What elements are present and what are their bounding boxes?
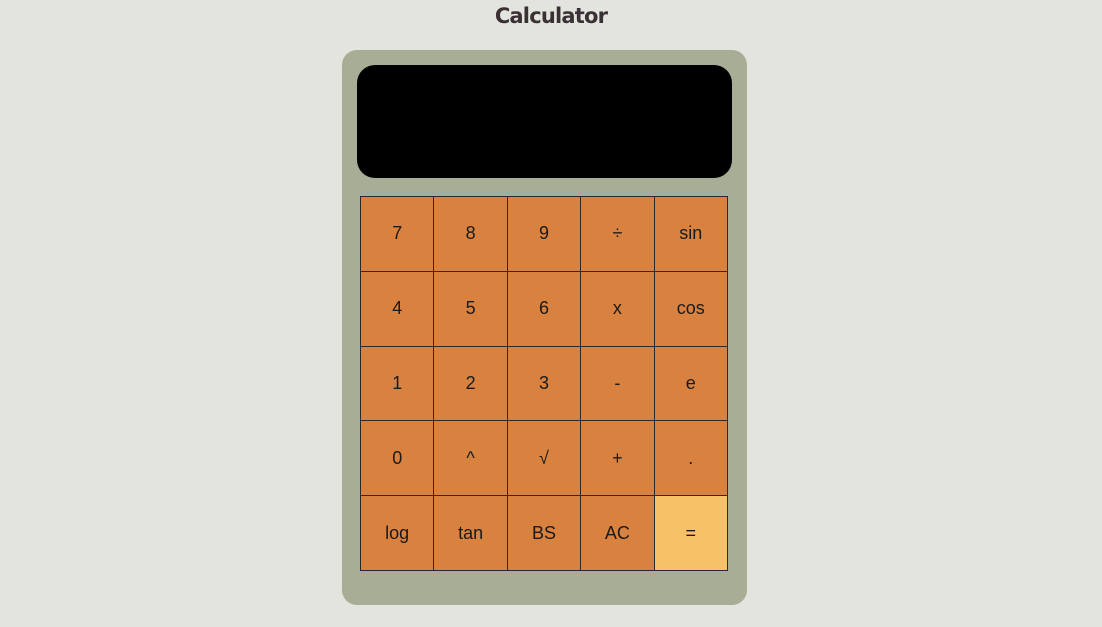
- page-title: Calculator: [494, 4, 608, 28]
- multiply-button[interactable]: x: [581, 271, 655, 347]
- equals-button[interactable]: =: [654, 496, 728, 571]
- key-4[interactable]: 4: [361, 271, 435, 347]
- subtract-button[interactable]: -: [581, 346, 655, 422]
- key-0[interactable]: 0: [361, 421, 435, 497]
- e-button[interactable]: e: [654, 346, 728, 422]
- key-6[interactable]: 6: [507, 271, 582, 347]
- key-5[interactable]: 5: [434, 271, 508, 347]
- keypad: 7 8 9 ÷ sin 4 5 6 x cos 1 2 3 - e 0 ^ √ …: [360, 196, 728, 571]
- all-clear-button[interactable]: AC: [581, 496, 655, 571]
- tan-button[interactable]: tan: [434, 496, 508, 571]
- power-button[interactable]: ^: [434, 421, 508, 497]
- calculator-body: 7 8 9 ÷ sin 4 5 6 x cos 1 2 3 - e 0 ^ √ …: [342, 50, 747, 605]
- decimal-button[interactable]: .: [654, 421, 728, 497]
- sin-button[interactable]: sin: [654, 197, 728, 272]
- key-8[interactable]: 8: [434, 197, 508, 272]
- key-9[interactable]: 9: [507, 197, 582, 272]
- sqrt-button[interactable]: √: [507, 421, 582, 497]
- cos-button[interactable]: cos: [654, 271, 728, 347]
- key-3[interactable]: 3: [507, 346, 582, 422]
- backspace-button[interactable]: BS: [507, 496, 582, 571]
- add-button[interactable]: +: [581, 421, 655, 497]
- key-7[interactable]: 7: [361, 197, 435, 272]
- log-button[interactable]: log: [361, 496, 435, 571]
- key-2[interactable]: 2: [434, 346, 508, 422]
- divide-button[interactable]: ÷: [581, 197, 655, 272]
- calculator-display: [357, 65, 732, 178]
- key-1[interactable]: 1: [361, 346, 435, 422]
